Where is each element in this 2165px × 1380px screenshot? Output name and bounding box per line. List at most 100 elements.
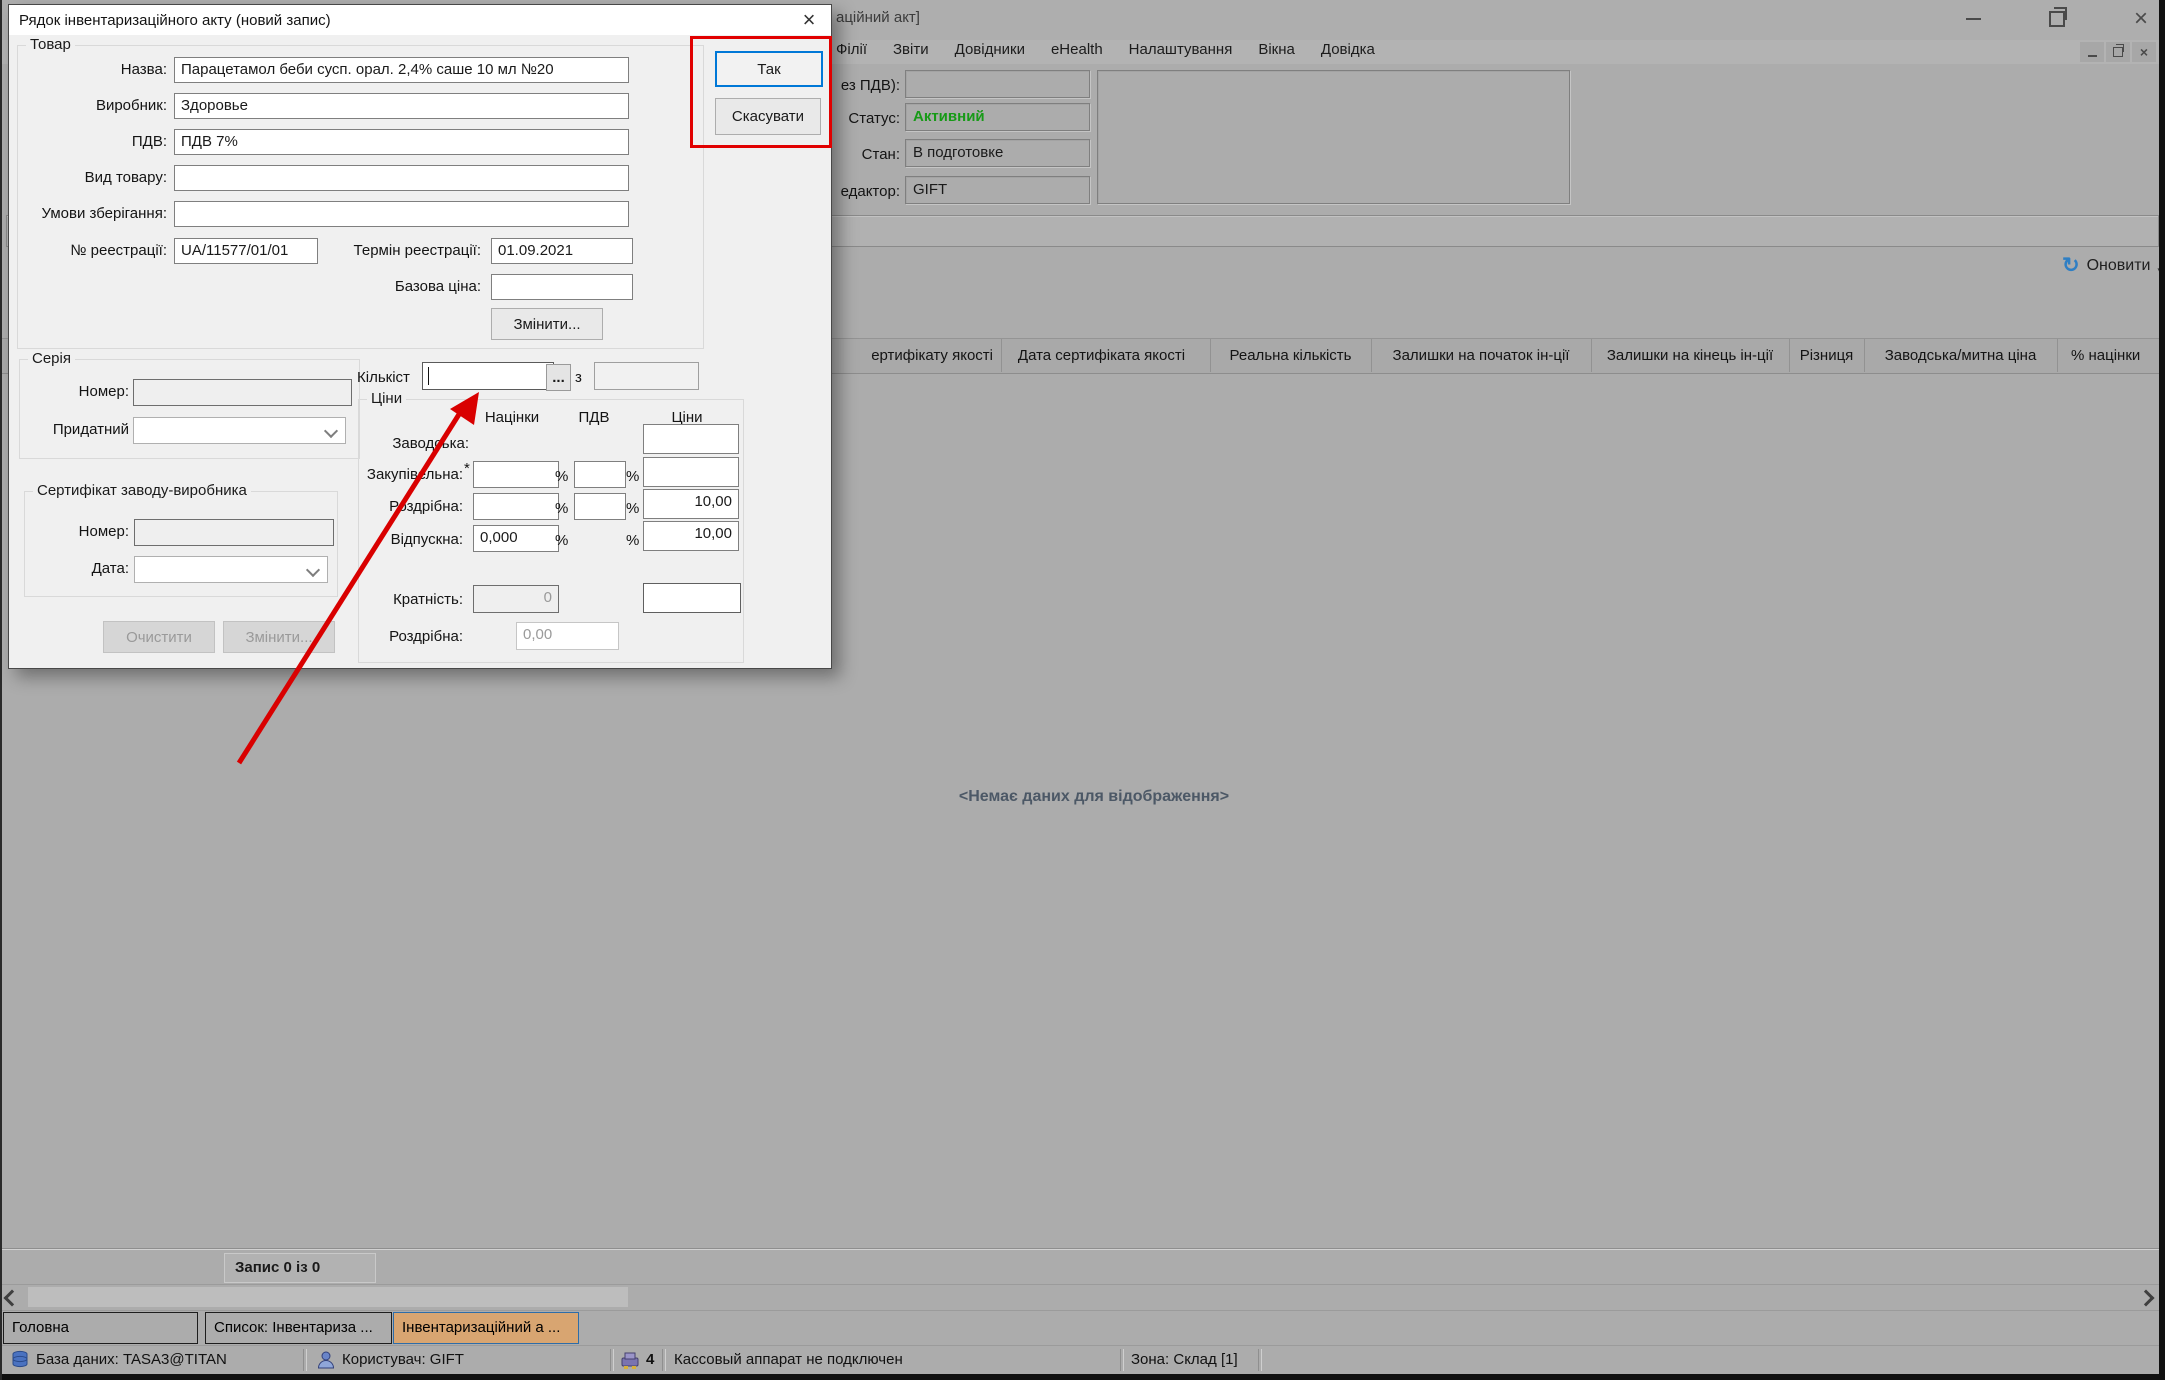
restore-button[interactable] — [2042, 6, 2072, 32]
series-number-label: Номер: — [29, 383, 129, 400]
name-field[interactable]: Парацетамол беби сусп. орал. 2,4% саше 1… — [174, 57, 629, 83]
quantity-more-button[interactable]: ... — [546, 364, 571, 391]
series-group-label: Серія — [28, 350, 75, 367]
menu-items: Філії Звіти Довідники eHealth Налаштуван… — [836, 41, 1375, 58]
product-group: Товар — [17, 45, 704, 349]
statusbar-separator — [610, 1349, 614, 1371]
series-valid-combobox[interactable] — [133, 417, 346, 444]
column-header-real-quantity[interactable]: Реальна кількість — [1210, 339, 1372, 372]
close-button[interactable]: × — [2126, 6, 2156, 32]
tab-holovna[interactable]: Головна — [3, 1312, 198, 1344]
column-header-difference[interactable]: Різниця — [1789, 339, 1865, 372]
product-kind-label: Вид товару: — [29, 169, 167, 186]
retail-price-field[interactable]: 10,00 — [643, 489, 739, 519]
certificate-number-label: Номер: — [29, 523, 129, 540]
retail-vat-field[interactable] — [574, 493, 626, 520]
statusbar-separator — [662, 1349, 666, 1371]
factory-price-label: Заводська: — [369, 435, 469, 452]
minimize-icon — [1966, 18, 1981, 20]
purchase-price-field[interactable] — [643, 457, 739, 487]
menu-item-ehealth[interactable]: eHealth — [1051, 41, 1103, 58]
cash-register-icon — [620, 1350, 640, 1370]
statusbar-separator — [303, 1349, 307, 1371]
dialog-title: Рядок інвентаризаційного акту (новий зап… — [9, 12, 331, 29]
dialog-close-button[interactable]: × — [787, 5, 831, 35]
mdi-restore-button[interactable] — [2106, 42, 2130, 62]
manufacturer-field[interactable]: Здоровье — [174, 93, 629, 119]
column-header-start-balance[interactable]: Залишки на початок ін-ції — [1371, 339, 1592, 372]
extra-price-field[interactable] — [643, 583, 741, 613]
registration-number-label: № реестрації: — [29, 242, 167, 259]
retail2-field: 0,00 — [516, 622, 619, 650]
cash-register-status: Кассовый аппарат не подключен — [674, 1351, 903, 1368]
purchase-vat-field[interactable] — [574, 461, 626, 488]
name-label: Назва: — [29, 61, 167, 78]
tab-spysok-inventaryzatsiia[interactable]: Список: Інвентариза ... — [205, 1312, 392, 1344]
mdi-close-button[interactable]: × — [2132, 42, 2156, 62]
menu-item-filii[interactable]: Філії — [836, 41, 867, 58]
percent-sign: % — [555, 532, 568, 549]
menu-item-dovidka[interactable]: Довідка — [1321, 41, 1375, 58]
menu-item-zvity[interactable]: Звіти — [893, 41, 929, 58]
column-header-markup-percent[interactable]: % націнки — [2057, 339, 2165, 372]
user-status: Користувач: GIFT — [342, 1351, 464, 1368]
certificate-date-label: Дата: — [29, 560, 129, 577]
release-markup-field[interactable]: 0,000 — [473, 525, 559, 552]
refresh-icon: ↻ — [2062, 256, 2080, 276]
database-status: База даних: TASA3@TITAN — [36, 1351, 227, 1368]
editor-value-field: GIFT — [905, 176, 1090, 204]
statusbar-separator — [1258, 1349, 1262, 1371]
refresh-button[interactable]: ↻ Оновити ▾ — [2012, 250, 2162, 282]
percent-sign: % — [555, 468, 568, 485]
menu-item-dovidnyky[interactable]: Довідники — [955, 41, 1025, 58]
registration-term-field[interactable]: 01.09.2021 — [491, 238, 633, 264]
menu-item-vikna[interactable]: Вікна — [1258, 41, 1295, 58]
sum-without-vat-field — [905, 70, 1090, 98]
manufacturer-label: Виробник: — [29, 97, 167, 114]
retail2-label: Роздрібна: — [369, 628, 463, 645]
product-group-label: Товар — [26, 36, 75, 53]
status-bar: База даних: TASA3@TITAN Користувач: GIFT… — [0, 1345, 2165, 1375]
release-price-field[interactable]: 10,00 — [643, 521, 739, 551]
scroll-left-button[interactable] — [6, 1291, 18, 1309]
vat-field[interactable]: ПДВ 7% — [174, 129, 629, 155]
close-icon: × — [2134, 8, 2148, 30]
status-value-field: Активний — [905, 103, 1090, 131]
registration-number-field[interactable]: UA/11577/01/01 — [174, 238, 318, 264]
registration-term-label: Термін реестрації: — [339, 242, 481, 259]
percent-sign: % — [626, 532, 639, 549]
purchase-markup-field[interactable] — [473, 461, 559, 488]
dialog-titlebar[interactable]: Рядок інвентаризаційного акту (новий зап… — [9, 5, 831, 35]
scrollbar-thumb[interactable] — [28, 1287, 628, 1307]
window-frame — [0, 0, 2, 1380]
factory-price-field[interactable] — [643, 424, 739, 454]
main-window-title: аційний акт] — [836, 9, 920, 26]
storage-conditions-field[interactable] — [174, 201, 629, 227]
chevron-down-icon — [306, 563, 320, 577]
database-icon — [10, 1350, 30, 1370]
quantity-total-field — [594, 362, 699, 390]
empty-table-message: <Немає даних для відображення> — [959, 788, 1229, 806]
tab-inventaryzatsiinyi-akt[interactable]: Інвентаризаційний а ... — [393, 1312, 579, 1344]
menu-item-nalashtuvannia[interactable]: Налаштування — [1129, 41, 1233, 58]
column-header-certificate-date[interactable]: Дата сертифіката якості — [993, 339, 1211, 372]
quantity-input[interactable] — [422, 362, 554, 390]
vat-header: ПДВ — [569, 409, 619, 426]
retail-markup-field[interactable] — [473, 493, 559, 520]
required-mark: * — [464, 460, 472, 477]
column-header-factory-price[interactable]: Заводська/митна ціна — [1864, 339, 2058, 372]
mdi-minimize-button[interactable] — [2080, 42, 2104, 62]
scroll-right-button[interactable] — [2140, 1291, 2152, 1309]
column-header-end-balance[interactable]: Залишки на кінець ін-ції — [1591, 339, 1790, 372]
minimize-button[interactable] — [1958, 6, 1988, 32]
product-change-button[interactable]: Змінити... — [491, 308, 603, 340]
window-frame — [2159, 0, 2165, 1380]
multiplicity-field: 0 — [473, 585, 559, 613]
chevron-down-icon — [324, 424, 338, 438]
scroll-left-icon — [4, 1290, 21, 1307]
certificate-date-combobox[interactable] — [134, 556, 328, 583]
text-caret — [428, 367, 429, 385]
base-price-field[interactable] — [491, 274, 633, 300]
product-kind-field[interactable] — [174, 165, 629, 191]
horizontal-scrollbar[interactable] — [0, 1284, 2165, 1311]
